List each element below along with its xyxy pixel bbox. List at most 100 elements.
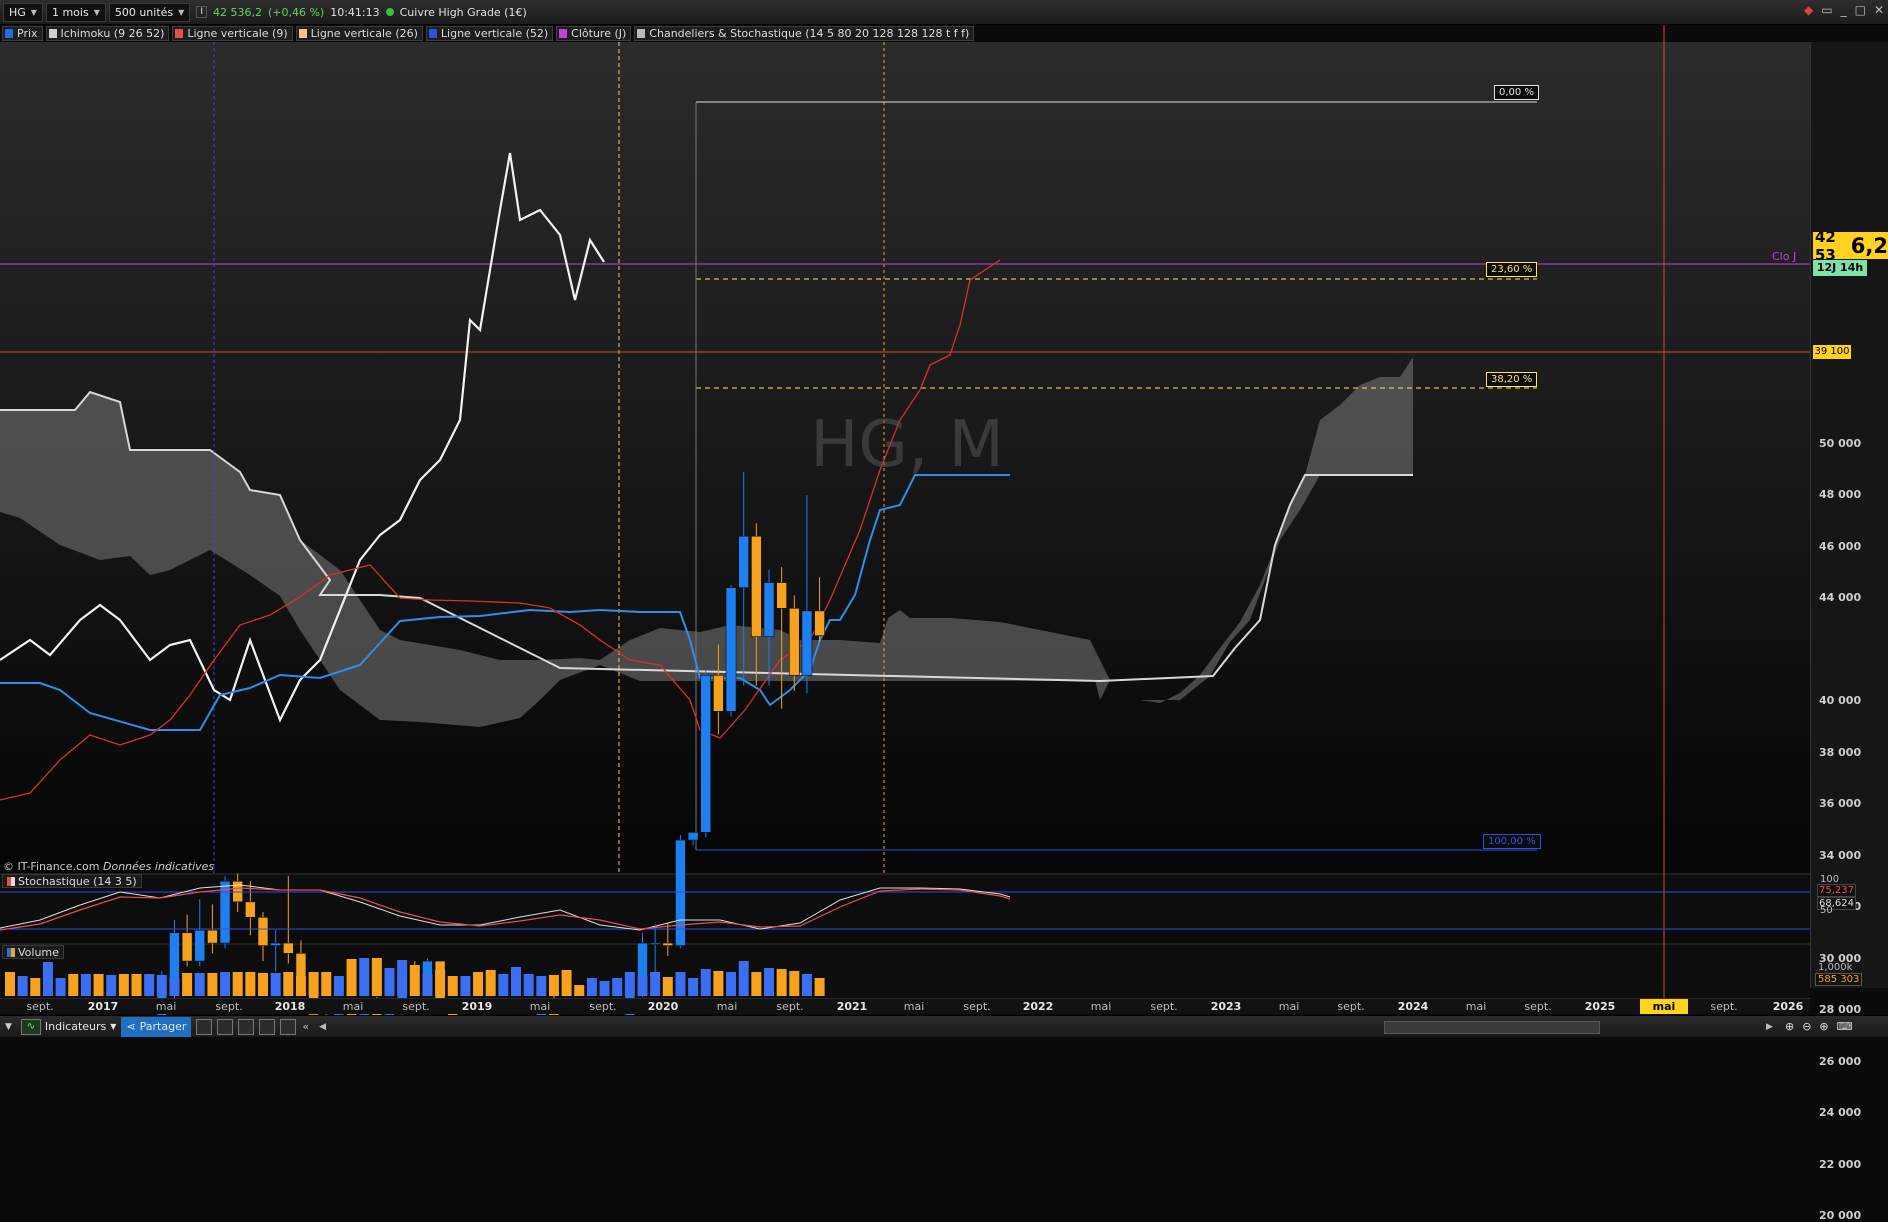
share-button[interactable]: ⋖ Partager (121, 1016, 192, 1037)
list-icon[interactable] (217, 1018, 234, 1035)
time-tick-label: 2022 (1022, 1000, 1054, 1013)
volume-bar (80, 974, 91, 996)
volume-value: 585 303 (1815, 973, 1863, 986)
time-tick-label: sept. (963, 1000, 991, 1013)
volume-bar (460, 976, 471, 996)
legend-label: Ligne verticale (26) (310, 27, 418, 40)
volume-bar (321, 972, 332, 996)
volume-bar (662, 977, 673, 996)
volume-bar (776, 969, 787, 996)
price-tick-label: 40 000 (1819, 694, 1862, 707)
volume-bar (637, 976, 648, 996)
price-tick-label: 48 000 (1819, 488, 1862, 501)
time-tick-label: sept. (1524, 1000, 1552, 1013)
legend-item[interactable]: Ichimoku (9 26 52) (45, 26, 170, 41)
price-tick-label: 50 000 (1819, 436, 1862, 450)
stochastic-label[interactable]: Stochastique (14 3 5) (2, 874, 142, 888)
grid-icon[interactable] (238, 1018, 255, 1035)
maximize-icon[interactable]: □ (1855, 3, 1866, 17)
close-label: Clo J (1772, 250, 1797, 263)
indicators-icon: ∿ (20, 1018, 41, 1035)
zoom-in-icon[interactable]: ⊕ (1819, 1020, 1828, 1033)
time-tick-label: sept. (589, 1000, 617, 1013)
volume-bar (447, 976, 458, 996)
time-tick-label: sept. (1337, 1000, 1365, 1013)
price-tick-label: 38 000 (1819, 745, 1862, 759)
legend-swatch (559, 29, 568, 38)
horizontal-scrollbar[interactable] (326, 1017, 1766, 1037)
volume-bar (245, 972, 256, 996)
price-tick-label: 20 000 (1819, 1209, 1862, 1222)
restore-icon[interactable]: ▭ (1821, 3, 1832, 17)
symbol-select[interactable]: HG ▼ (3, 2, 43, 22)
volume-bar (346, 959, 357, 996)
volume-bar (295, 976, 306, 996)
time-tick-label: sept. (215, 1000, 243, 1013)
candle-timer: 12J 14h (1813, 260, 1867, 276)
candle-body (257, 916, 269, 946)
notification-icon[interactable]: ◆ (1804, 3, 1813, 17)
period-select[interactable]: 1 mois ▼ (45, 2, 106, 22)
legend-swatch (5, 29, 13, 38)
volume-bar (473, 972, 484, 996)
legend-item[interactable]: Ligne verticale (52) (425, 26, 554, 41)
keyboard-icon[interactable]: ⌨ (1837, 1020, 1853, 1033)
volume-bar (675, 972, 686, 996)
stoch-axis-bottom: 50 (1820, 905, 1833, 916)
volume-bar (498, 974, 509, 996)
indicators-button[interactable]: ∿ Indicateurs ▼ (16, 1017, 122, 1037)
volume-label[interactable]: Volume (2, 945, 64, 959)
legend-label: Chandeliers & Stochastique (14 5 80 20 1… (649, 27, 970, 40)
legend-item[interactable]: Ligne verticale (9) (172, 26, 293, 41)
volume-bar (700, 969, 711, 996)
volume-bar (5, 972, 15, 996)
legend-item[interactable]: Ligne verticale (26) (295, 26, 423, 41)
chevron-down-icon: ▼ (30, 7, 37, 17)
units-select[interactable]: 500 unités ▼ (108, 2, 191, 22)
indicators-label: Indicateurs (44, 1020, 107, 1033)
volume-bar (561, 970, 572, 996)
stochastic-title: Stochastique (14 3 5) (18, 874, 137, 888)
collapse-icon[interactable]: « (302, 1020, 309, 1033)
legend-label: Prix (17, 27, 38, 40)
last-price: 42 536,2 (212, 5, 262, 19)
candle-body (738, 535, 750, 589)
time-tick-label: 2023 (1210, 1000, 1242, 1013)
time-tick-label: sept. (1710, 1000, 1738, 1013)
close-icon[interactable]: ✕ (1874, 3, 1884, 17)
time-tick-label: 2018 (274, 1000, 306, 1013)
scroll-right-icon[interactable]: ▶ (1766, 1022, 1773, 1032)
copyright-note: Données indicatives (103, 860, 215, 873)
draw-tool-icon[interactable] (280, 1018, 297, 1035)
chart-canvas[interactable]: HG, M (0, 0, 1888, 1037)
chevron-down-icon: ▼ (178, 7, 185, 17)
time-tick-label: 2026 (1772, 1000, 1804, 1013)
legend-item[interactable]: Clôture (J) (556, 26, 632, 41)
scroll-thumb[interactable] (1384, 1020, 1601, 1034)
cursor-icon[interactable]: I (196, 6, 207, 18)
price-tick-label: 46 000 (1819, 539, 1862, 553)
zoom-fit-icon[interactable]: ⊕ (1785, 1020, 1794, 1033)
menu-caret-icon[interactable]: ▼ (5, 1022, 12, 1032)
candle-body (763, 582, 775, 637)
legend-item[interactable]: Chandeliers & Stochastique (14 5 80 20 1… (634, 26, 975, 41)
price-axis[interactable]: 50 000 48 000 46 000 44 000 40 000 38 000 36 0… (1810, 42, 1888, 1222)
candle-body (725, 587, 737, 712)
candle-body (207, 929, 218, 944)
candle-body (662, 942, 674, 946)
screenshot-icon[interactable] (259, 1018, 276, 1035)
time-tick-label: 2024 (1397, 1000, 1429, 1013)
candle-body (649, 942, 661, 945)
candle-body (270, 942, 281, 946)
price-tick-label: 36 000 (1819, 797, 1862, 810)
scroll-left-icon[interactable]: ◀ (319, 1022, 326, 1032)
share-icon: ⋖ (126, 1020, 136, 1033)
time-axis[interactable]: mai 2025 sept. 2017 mai sept. 2018 mai sept. 20… (0, 998, 1810, 1028)
price-tick-label: 44 000 (1819, 591, 1862, 604)
chart-type-icon[interactable] (196, 1018, 213, 1035)
minimize-icon[interactable]: _ (1841, 3, 1847, 17)
price-tick-label: 24 000 (1819, 1106, 1862, 1119)
legend-item[interactable]: Prix (2, 26, 43, 41)
share-label: Partager (139, 1020, 187, 1033)
zoom-out-icon[interactable]: ⊖ (1802, 1020, 1811, 1033)
